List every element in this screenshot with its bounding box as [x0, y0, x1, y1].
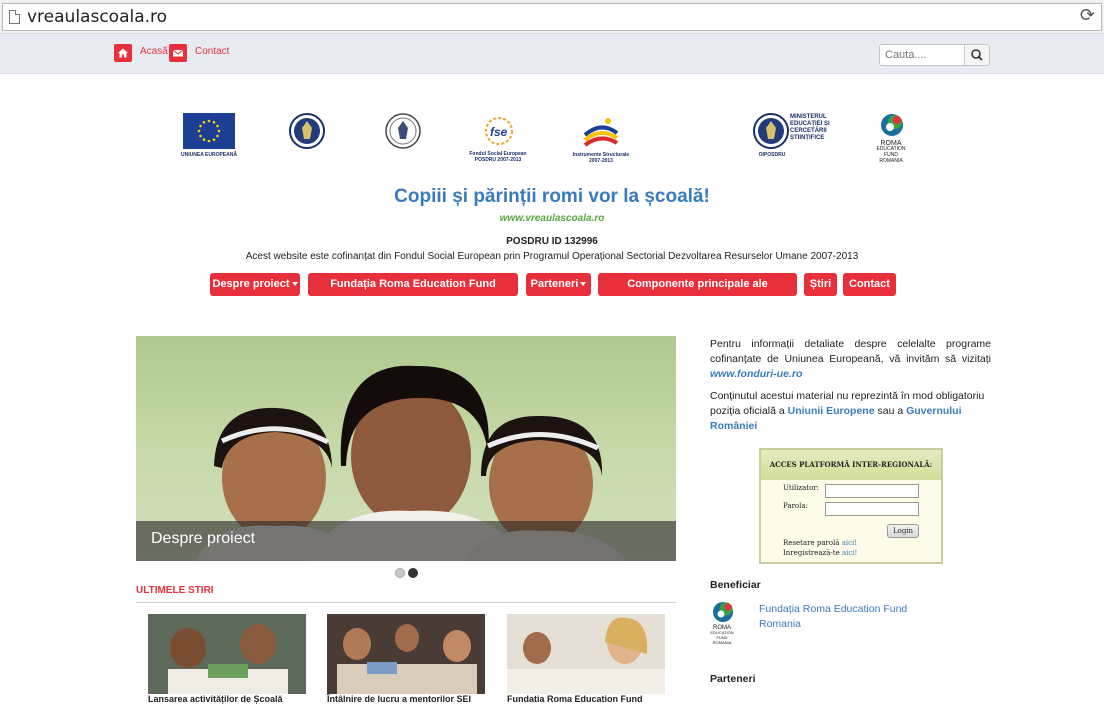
- ministry-caption-3: CERCETĂRII: [790, 128, 827, 134]
- government-logo: [288, 112, 326, 150]
- username-label: Utilizator:: [783, 484, 820, 492]
- eu-flag-logo: [183, 113, 235, 149]
- nav-componente[interactable]: Componente principale ale proiectului: [598, 273, 797, 313]
- ministry-seal-logo: [752, 112, 790, 150]
- hero-caption: Despre proiect: [136, 521, 676, 561]
- search-button[interactable]: [964, 44, 990, 66]
- page-headline: Copiii și părinții romi vor la școală!: [394, 186, 710, 207]
- nav-parteneri[interactable]: Parteneri: [526, 273, 591, 296]
- chevron-down-icon: [291, 282, 298, 287]
- register-row: Inregistrează-te aici!: [783, 549, 857, 557]
- address-url[interactable]: vreaulascoala.ro: [27, 7, 167, 27]
- eu-link[interactable]: Uniunii Europene: [788, 405, 875, 417]
- government-logo-2: [384, 112, 422, 150]
- home-link[interactable]: Acasă: [140, 46, 168, 57]
- news-caption-2[interactable]: Întâlnire de lucru a mentorilor SEI: [327, 694, 471, 704]
- eu-funds-info: Pentru informații detaliate despre celel…: [710, 337, 991, 382]
- eu-caption: UNIUNEA EUROPEANĂ: [181, 152, 237, 158]
- news-section-title: ULTIMELE STIRI: [136, 585, 214, 596]
- hero-caption-text: Despre proiect: [151, 530, 256, 547]
- reset-password-row: Resetare parolă aici!: [783, 539, 857, 547]
- ministry-sub: OIPOSDRU: [758, 152, 786, 158]
- password-label: Parola:: [783, 502, 808, 510]
- hero-slider[interactable]: Despre proiect: [136, 336, 676, 561]
- address-bar[interactable]: vreaulascoala.ro ⟳: [2, 3, 1102, 31]
- posdru-id: POSDRU ID 132996: [506, 236, 598, 247]
- home-icon[interactable]: [114, 44, 132, 62]
- nav-despre-proiect[interactable]: Despre proiect: [210, 273, 300, 296]
- nav-contact-label: Contact: [849, 278, 890, 290]
- disclaimer-text-2: sau a: [877, 405, 904, 417]
- news-caption-3[interactable]: Fundatia Roma Education Fund: [507, 694, 643, 704]
- structural-instruments-logo: [582, 113, 620, 149]
- browser-toolbar: vreaulascoala.ro ⟳: [0, 0, 1104, 34]
- ministry-caption-4: ȘTIINȚIFICE: [790, 135, 825, 141]
- news-thumb-2[interactable]: [327, 614, 485, 694]
- reset-link[interactable]: aici!: [842, 539, 857, 547]
- site-url-text[interactable]: www.vreaulascoala.ro: [0, 213, 1104, 224]
- slider-dot-1[interactable]: [395, 568, 405, 578]
- login-panel: ACCES PLATFORMĂ INTER-REGIONALĂ: Utiliza…: [759, 448, 943, 564]
- eu-funds-text: Pentru informații detaliate despre celel…: [710, 338, 991, 365]
- fse-caption-2: POSDRU 2007-2013: [474, 157, 522, 163]
- nav-despre-label: Despre proiect: [212, 278, 290, 290]
- site-topbar: Acasă Contact: [0, 34, 1104, 74]
- search-icon: [971, 49, 983, 61]
- page-icon: [9, 10, 20, 24]
- is-caption-2: 2007-2013: [589, 158, 613, 164]
- login-button[interactable]: Login: [887, 524, 919, 538]
- login-title: ACCES PLATFORMĂ INTER-REGIONALĂ:: [761, 450, 941, 480]
- nav-fundatia-label: Fundația Roma Education Fund România: [330, 278, 496, 313]
- nav-fundatia[interactable]: Fundația Roma Education Fund România: [308, 273, 518, 313]
- search-input[interactable]: [879, 44, 965, 66]
- beneficiar-logo[interactable]: [710, 600, 736, 624]
- password-input[interactable]: [825, 502, 919, 516]
- ministry-caption-1: MINISTERUL: [790, 114, 827, 120]
- ref-logo: [878, 112, 906, 138]
- chevron-down-icon: [723, 305, 730, 310]
- nav-contact[interactable]: Contact: [843, 273, 896, 296]
- register-text: Inregistrează-te: [783, 549, 840, 557]
- svg-text:fse: fse: [490, 125, 508, 139]
- nav-parteneri-label: Parteneri: [530, 278, 579, 290]
- fse-logo: fse: [481, 114, 517, 148]
- beneficiar-logo-caption-4: ROMANIA: [712, 640, 732, 645]
- news-thumb-1[interactable]: [148, 614, 306, 694]
- nav-stiri[interactable]: Știri: [804, 273, 837, 296]
- chevron-down-icon: [580, 282, 587, 287]
- reload-icon[interactable]: ⟳: [1080, 5, 1095, 26]
- username-input[interactable]: [825, 484, 919, 498]
- beneficiar-title: Beneficiar: [710, 579, 761, 591]
- cofinancing-text: Acest website este cofinanțat din Fondul…: [245, 251, 859, 262]
- parteneri-title: Parteneri: [710, 673, 756, 685]
- ref-caption-4: ROMANIA: [879, 158, 903, 164]
- ministry-caption-2: EDUCAȚIEI ȘI: [790, 121, 830, 127]
- slider-dot-2[interactable]: [408, 568, 418, 578]
- divider: [136, 602, 676, 603]
- register-link[interactable]: aici!: [842, 549, 857, 557]
- news-thumb-3[interactable]: [507, 614, 665, 694]
- reset-text: Resetare parolă: [783, 539, 840, 547]
- nav-stiri-label: Știri: [809, 278, 832, 290]
- contact-link[interactable]: Contact: [195, 46, 229, 57]
- beneficiar-link[interactable]: Fundația Roma Education Fund Romania: [759, 602, 939, 632]
- mail-icon[interactable]: [169, 44, 187, 62]
- fonduri-ue-link[interactable]: www.fonduri-ue.ro: [710, 368, 802, 380]
- news-caption-1[interactable]: Lansarea activităților de Școală: [148, 694, 283, 704]
- disclaimer: Conținutul acestui material nu reprezint…: [710, 389, 991, 434]
- nav-componente-label: Componente principale ale proiectului: [627, 278, 768, 313]
